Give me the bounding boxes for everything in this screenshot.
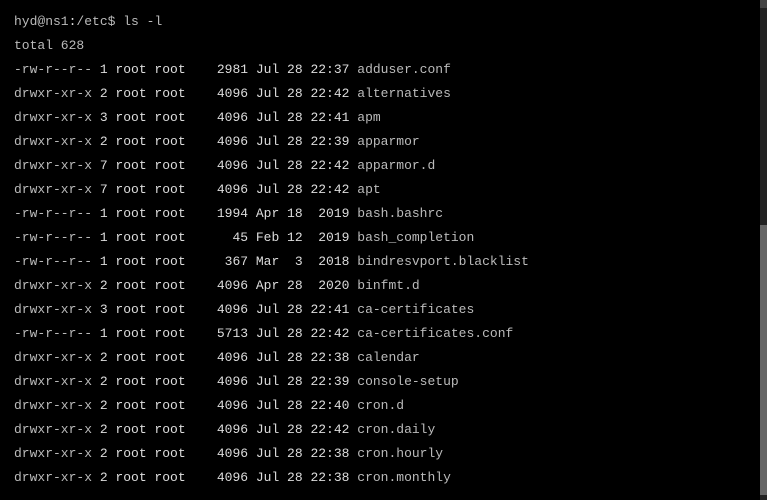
listing-row: drwxr-xr-x 2 root root 4096 Jul 28 22:38… xyxy=(14,466,746,490)
scrollbar-track[interactable] xyxy=(760,0,767,500)
perm: drwxr-xr-x xyxy=(14,278,92,293)
listing-row: -rw-r--r-- 1 root root 2981 Jul 28 22:37… xyxy=(14,58,746,82)
listing-row: drwxr-xr-x 3 root root 4096 Jul 28 22:41… xyxy=(14,298,746,322)
total-line: total 628 xyxy=(14,34,746,58)
dir-name: cron.d xyxy=(357,398,404,413)
meta: 1 root root 5713 Jul 28 22:42 xyxy=(92,326,357,341)
terminal-pane[interactable]: hyd@ns1:/etc$ ls -l total 628 -rw-r--r--… xyxy=(0,0,760,500)
meta: 2 root root 4096 Jul 28 22:39 xyxy=(92,374,357,389)
perm: -rw-r--r-- xyxy=(14,254,92,269)
dir-name: calendar xyxy=(357,350,419,365)
meta: 7 root root 4096 Jul 28 22:42 xyxy=(92,158,357,173)
file-name: adduser.conf xyxy=(357,62,451,77)
dir-name: apparmor xyxy=(357,134,419,149)
meta: 3 root root 4096 Jul 28 22:41 xyxy=(92,110,357,125)
perm: drwxr-xr-x xyxy=(14,398,92,413)
dir-name: apparmor.d xyxy=(357,158,435,173)
listing-row: drwxr-xr-x 2 root root 4096 Jul 28 22:39… xyxy=(14,370,746,394)
meta: 1 root root 45 Feb 12 2019 xyxy=(92,230,357,245)
listing-row: drwxr-xr-x 2 root root 4096 Jul 28 22:38… xyxy=(14,442,746,466)
listing-row: drwxr-xr-x 3 root root 4096 Jul 28 22:41… xyxy=(14,106,746,130)
listing-row: drwxr-xr-x 2 root root 4096 Jul 28 22:40… xyxy=(14,394,746,418)
meta: 1 root root 1994 Apr 18 2019 xyxy=(92,206,357,221)
listing-row: -rw-r--r-- 1 root root 5713 Jul 28 22:42… xyxy=(14,322,746,346)
prompt-dollar: $ xyxy=(108,14,124,29)
perm: -rw-r--r-- xyxy=(14,230,92,245)
perm: drwxr-xr-x xyxy=(14,134,92,149)
perm: drwxr-xr-x xyxy=(14,302,92,317)
listing-row: drwxr-xr-x 2 root root 4096 Jul 28 22:42… xyxy=(14,418,746,442)
perm: drwxr-xr-x xyxy=(14,182,92,197)
listing-row: -rw-r--r-- 1 root root 367 Mar 3 2018 bi… xyxy=(14,250,746,274)
perm: drwxr-xr-x xyxy=(14,158,92,173)
listing-row: drwxr-xr-x 2 root root 4096 Jul 28 22:38… xyxy=(14,346,746,370)
perm: drwxr-xr-x xyxy=(14,422,92,437)
file-name: bindresvport.blacklist xyxy=(357,254,529,269)
dir-name: apm xyxy=(357,110,380,125)
meta: 2 root root 4096 Jul 28 22:39 xyxy=(92,134,357,149)
meta: 2 root root 4096 Jul 28 22:42 xyxy=(92,86,357,101)
meta: 1 root root 367 Mar 3 2018 xyxy=(92,254,357,269)
meta: 2 root root 4096 Apr 28 2020 xyxy=(92,278,357,293)
listing-row: drwxr-xr-x 7 root root 4096 Jul 28 22:42… xyxy=(14,178,746,202)
perm: drwxr-xr-x xyxy=(14,446,92,461)
meta: 7 root root 4096 Jul 28 22:42 xyxy=(92,182,357,197)
dir-name: binfmt.d xyxy=(357,278,419,293)
file-name: bash_completion xyxy=(357,230,474,245)
meta: 2 root root 4096 Jul 28 22:38 xyxy=(92,446,357,461)
file-name: ca-certificates.conf xyxy=(357,326,513,341)
prompt-user-host: hyd@ns1 xyxy=(14,14,69,29)
dir-name: cron.hourly xyxy=(357,446,443,461)
perm: drwxr-xr-x xyxy=(14,350,92,365)
listing-row: drwxr-xr-x 2 root root 4096 Jul 28 22:39… xyxy=(14,130,746,154)
dir-name: apt xyxy=(357,182,380,197)
listing-row: -rw-r--r-- 1 root root 45 Feb 12 2019 ba… xyxy=(14,226,746,250)
dir-name: ca-certificates xyxy=(357,302,474,317)
listing-row: drwxr-xr-x 2 root root 4096 Jul 28 22:42… xyxy=(14,82,746,106)
listing-row: drwxr-xr-x 2 root root 4096 Apr 28 2020 … xyxy=(14,274,746,298)
meta: 3 root root 4096 Jul 28 22:41 xyxy=(92,302,357,317)
prompt-command: ls -l xyxy=(123,14,162,29)
meta: 2 root root 4096 Jul 28 22:38 xyxy=(92,350,357,365)
dir-name: cron.monthly xyxy=(357,470,451,485)
perm: drwxr-xr-x xyxy=(14,110,92,125)
dir-name: cron.daily xyxy=(357,422,435,437)
meta: 2 root root 4096 Jul 28 22:40 xyxy=(92,398,357,413)
file-name: bash.bashrc xyxy=(357,206,443,221)
meta: 2 root root 4096 Jul 28 22:38 xyxy=(92,470,357,485)
perm: -rw-r--r-- xyxy=(14,206,92,221)
prompt-path: /etc xyxy=(76,14,107,29)
listing-row: -rw-r--r-- 1 root root 1994 Apr 18 2019 … xyxy=(14,202,746,226)
perm: drwxr-xr-x xyxy=(14,470,92,485)
meta: 1 root root 2981 Jul 28 22:37 xyxy=(92,62,357,77)
dir-name: console-setup xyxy=(357,374,458,389)
listing-rows: -rw-r--r-- 1 root root 2981 Jul 28 22:37… xyxy=(14,58,746,490)
listing-row: drwxr-xr-x 7 root root 4096 Jul 28 22:42… xyxy=(14,154,746,178)
dir-name: alternatives xyxy=(357,86,451,101)
scrollbar-thumb[interactable] xyxy=(760,225,767,495)
perm: -rw-r--r-- xyxy=(14,62,92,77)
perm: drwxr-xr-x xyxy=(14,86,92,101)
scrollbar-up-icon[interactable] xyxy=(760,0,767,8)
prompt-line: hyd@ns1:/etc$ ls -l xyxy=(14,10,746,34)
perm: drwxr-xr-x xyxy=(14,374,92,389)
meta: 2 root root 4096 Jul 28 22:42 xyxy=(92,422,357,437)
perm: -rw-r--r-- xyxy=(14,326,92,341)
